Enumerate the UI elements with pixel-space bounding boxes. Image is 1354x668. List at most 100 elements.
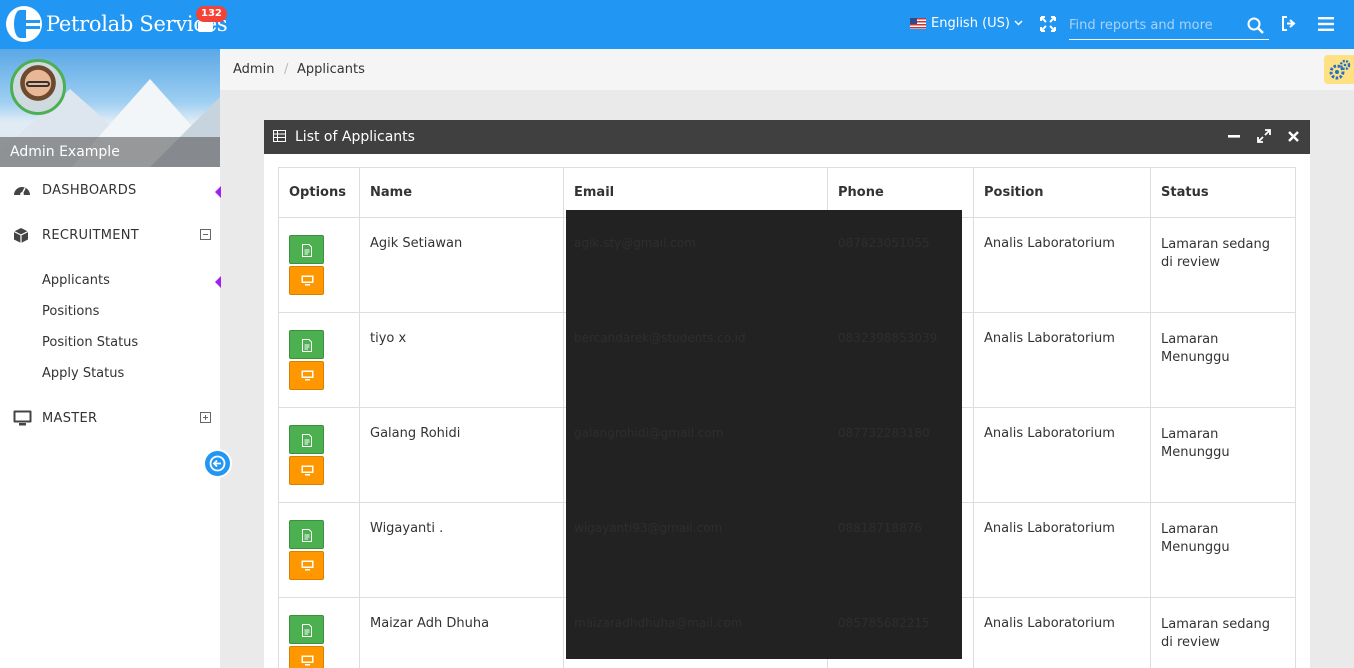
active-indicator	[215, 276, 221, 288]
sidebar-item-label: DASHBOARDS	[42, 183, 137, 198]
sidebar-item-recruitment[interactable]: RECRUITMENT	[0, 215, 220, 255]
petrolab-logo-icon	[6, 6, 42, 42]
brand-logo[interactable]: Petrolab Services	[6, 6, 228, 42]
collapse-toggle-icon[interactable]	[200, 229, 211, 240]
position-cell: Analis Laboratorium	[973, 407, 1151, 503]
options-cell	[278, 597, 360, 668]
preview-button[interactable]	[289, 551, 324, 580]
preview-button[interactable]	[289, 266, 324, 295]
options-cell	[278, 407, 360, 503]
sidebar-item-master[interactable]: MASTER	[0, 398, 220, 438]
notification-count-badge: 132	[196, 6, 227, 22]
gears-icon	[1329, 59, 1351, 80]
status-cell: Lamaran Menunggu	[1150, 312, 1296, 408]
avatar[interactable]	[10, 59, 66, 115]
sign-out-icon	[1282, 16, 1296, 31]
options-cell	[278, 502, 360, 598]
table-icon	[273, 130, 286, 146]
position-cell: Analis Laboratorium	[973, 597, 1151, 668]
name-cell: Wigayanti .	[359, 502, 564, 598]
column-header-position[interactable]: Position	[973, 167, 1151, 218]
logout-button[interactable]	[1281, 16, 1297, 35]
breadcrumb-current: Applicants	[297, 62, 365, 77]
fullscreen-button[interactable]	[1040, 16, 1056, 32]
maximize-button[interactable]	[1257, 129, 1271, 147]
close-icon	[1288, 131, 1299, 142]
main-menu-button[interactable]	[1318, 17, 1334, 35]
file-pdf-icon	[301, 339, 313, 356]
name-cell: tiyo x	[359, 312, 564, 408]
search-icon[interactable]	[1247, 17, 1264, 38]
desktop-icon	[301, 560, 314, 575]
minimize-icon	[1228, 135, 1240, 138]
view-document-button[interactable]	[289, 520, 324, 549]
breadcrumb: Admin / Applicants	[220, 49, 1354, 90]
options-cell	[278, 312, 360, 408]
view-document-button[interactable]	[289, 425, 324, 454]
arrow-left-circle-icon	[209, 455, 226, 472]
column-header-name[interactable]: Name	[359, 167, 564, 218]
settings-panel-button[interactable]	[1324, 55, 1354, 84]
file-pdf-icon	[301, 244, 313, 261]
sidebar-item-label: MASTER	[42, 411, 98, 426]
options-cell	[278, 217, 360, 313]
name-cell: Maizar Adh Dhuha	[359, 597, 564, 668]
expand-icon	[1257, 129, 1271, 143]
monitor-icon	[13, 410, 32, 430]
sidebar-item-dashboards[interactable]: DASHBOARDS	[0, 170, 221, 210]
file-pdf-icon	[301, 529, 313, 546]
active-indicator	[215, 186, 221, 198]
column-header-status[interactable]: Status	[1150, 167, 1296, 218]
notifications-button[interactable]: 132	[196, 6, 227, 32]
preview-button[interactable]	[289, 646, 324, 668]
panel-title: List of Applicants	[295, 129, 415, 145]
position-cell: Analis Laboratorium	[973, 502, 1151, 598]
status-cell: Lamaran Menunggu	[1150, 407, 1296, 503]
language-selector[interactable]: English (US)	[910, 16, 1023, 31]
user-profile-card: Admin Example	[0, 49, 220, 167]
preview-button[interactable]	[289, 361, 324, 390]
status-cell: Lamaran Menunggu	[1150, 502, 1296, 598]
close-button[interactable]	[1288, 129, 1299, 147]
desktop-icon	[301, 465, 314, 480]
name-cell: Agik Setiawan	[359, 217, 564, 313]
sidebar-item-position-status[interactable]: Position Status	[42, 335, 138, 350]
breadcrumb-separator: /	[284, 62, 289, 77]
file-pdf-icon	[301, 434, 313, 451]
sidebar-item-positions[interactable]: Positions	[42, 304, 99, 319]
desktop-icon	[301, 655, 314, 668]
fullscreen-icon	[1040, 16, 1056, 32]
position-cell: Analis Laboratorium	[973, 217, 1151, 313]
top-navbar: Petrolab Services 132 English (US)	[0, 0, 1354, 49]
us-flag-icon	[910, 18, 926, 29]
search-input[interactable]	[1069, 12, 1239, 38]
expand-toggle-icon[interactable]	[200, 412, 211, 423]
desktop-icon	[301, 275, 314, 290]
dashboard-icon	[13, 182, 31, 202]
sidebar-item-applicants[interactable]: Applicants	[42, 273, 110, 288]
sidebar-item-label: RECRUITMENT	[42, 228, 140, 243]
sidebar: Admin Example DASHBOARDS RECRUITMENT App…	[0, 49, 232, 668]
collapse-sidebar-button[interactable]	[203, 449, 232, 478]
minimize-button[interactable]	[1228, 129, 1240, 147]
user-name: Admin Example	[0, 137, 220, 167]
redacted-contact-info: agik.sty@gmail.com 087823051055 bercanda…	[566, 210, 962, 659]
hamburger-menu-icon	[1318, 17, 1334, 31]
file-pdf-icon	[301, 624, 313, 641]
status-cell: Lamaran sedang di review	[1150, 597, 1296, 668]
status-cell: Lamaran sedang di review	[1150, 217, 1296, 313]
sidebar-item-apply-status[interactable]: Apply Status	[42, 366, 124, 381]
view-document-button[interactable]	[289, 330, 324, 359]
language-label: English (US)	[931, 16, 1010, 31]
view-document-button[interactable]	[289, 235, 324, 264]
panel-header: List of Applicants	[264, 120, 1310, 154]
preview-button[interactable]	[289, 456, 324, 485]
column-header-options[interactable]: Options	[278, 167, 360, 218]
breadcrumb-admin-link[interactable]: Admin	[233, 62, 274, 77]
inbox-icon	[198, 21, 213, 32]
position-cell: Analis Laboratorium	[973, 312, 1151, 408]
name-cell: Galang Rohidi	[359, 407, 564, 503]
desktop-icon	[301, 370, 314, 385]
view-document-button[interactable]	[289, 615, 324, 644]
cube-icon	[13, 227, 29, 248]
